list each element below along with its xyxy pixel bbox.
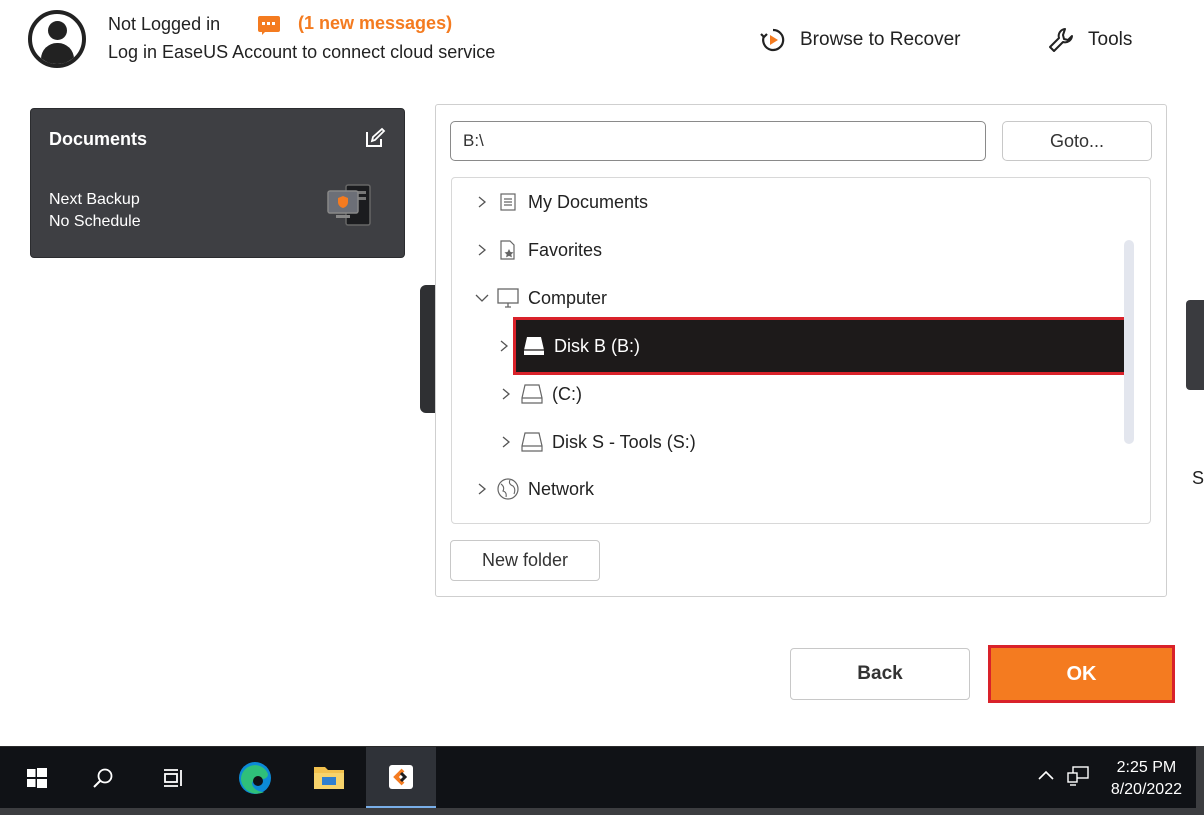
tree-item-label: My Documents <box>528 191 649 212</box>
screen-edge <box>1196 746 1204 815</box>
tree-item-computer[interactable]: Computer <box>472 278 607 318</box>
backup-task-card[interactable]: Documents Next Backup No Schedule <box>30 108 405 258</box>
path-input[interactable] <box>450 121 986 161</box>
tree-item-label: Disk B (B:) <box>554 335 641 356</box>
tree-item-disk-s[interactable]: Disk S - Tools (S:) <box>496 422 696 462</box>
windows-taskbar: 2:25 PM 8/20/2022 <box>0 746 1204 815</box>
computer-backup-icon <box>327 184 371 226</box>
tree-item-label: (C:) <box>552 383 582 404</box>
edge-icon[interactable] <box>224 747 286 809</box>
backup-task-title: Documents <box>49 129 148 149</box>
login-subtitle: Log in EaseUS Account to connect cloud s… <box>108 42 496 62</box>
new-folder-button[interactable]: New folder <box>450 540 600 581</box>
tree-item-network[interactable]: Network <box>472 469 594 509</box>
chevron-up-icon[interactable] <box>1038 765 1054 786</box>
selected-row-highlight[interactable]: Disk B (B:) <box>513 317 1131 375</box>
avatar-icon[interactable] <box>28 10 86 68</box>
tree-scrollbar[interactable] <box>1124 240 1134 444</box>
chevron-right-icon[interactable] <box>472 479 492 499</box>
clock-date: 8/20/2022 <box>1110 781 1182 798</box>
chevron-right-icon[interactable] <box>472 192 492 212</box>
network-icon[interactable] <box>1066 765 1090 792</box>
tree-item-label: Computer <box>528 287 608 308</box>
document-list-icon <box>496 190 520 214</box>
tree-item-favorites[interactable]: Favorites <box>472 230 602 270</box>
tree-item-my-documents[interactable]: My Documents <box>472 182 648 222</box>
search-icon[interactable] <box>72 747 134 809</box>
tree-item-label: Network <box>528 478 595 499</box>
monitor-icon <box>496 286 520 310</box>
browse-to-recover-label: Browse to Recover <box>800 29 961 50</box>
tree-item-disk-b[interactable]: Disk B (B:) <box>494 317 1131 375</box>
easeus-todo-backup-icon[interactable] <box>366 747 436 809</box>
wrench-icon <box>1049 28 1073 52</box>
task-view-icon[interactable] <box>142 747 204 809</box>
drive-icon <box>522 334 546 358</box>
drive-icon <box>520 382 544 406</box>
chevron-right-icon[interactable] <box>472 240 492 260</box>
chevron-down-icon[interactable] <box>472 288 492 308</box>
ok-button[interactable]: OK <box>988 645 1175 703</box>
edit-icon[interactable] <box>364 127 386 149</box>
browse-recover-icon <box>760 28 785 52</box>
schedule-value: No Schedule <box>49 213 141 230</box>
browse-to-recover-button[interactable]: Browse to Recover <box>758 26 961 54</box>
clock-time: 2:25 PM <box>1116 759 1177 776</box>
favorites-icon <box>496 238 520 262</box>
chevron-right-icon[interactable] <box>496 384 516 404</box>
tree-item-label: Favorites <box>528 239 603 260</box>
drive-icon <box>520 430 544 454</box>
tools-button[interactable]: Tools <box>1046 26 1132 54</box>
screen-edge-bottom <box>0 808 1204 815</box>
message-icon[interactable] <box>258 16 280 35</box>
system-clock[interactable]: 2:25 PM 8/20/2022 <box>1111 757 1182 801</box>
background-panel-edge-right <box>1186 300 1204 390</box>
start-icon[interactable] <box>6 747 68 809</box>
chevron-right-icon[interactable] <box>494 336 514 356</box>
tree-item-c-drive[interactable]: (C:) <box>496 374 582 414</box>
tools-label: Tools <box>1088 29 1133 50</box>
folder-tree[interactable]: My Documents Favorites Computer Disk B (… <box>451 177 1151 524</box>
ok-label: OK <box>1066 662 1097 685</box>
easeus-backup-window: Not Logged in (1 new messages) Log in Ea… <box>0 0 1204 746</box>
chevron-right-icon[interactable] <box>496 432 516 452</box>
globe-icon <box>496 477 520 501</box>
file-explorer-icon[interactable] <box>298 747 360 809</box>
back-button[interactable]: Back <box>790 648 970 700</box>
new-messages-link[interactable]: (1 new messages) <box>298 13 452 34</box>
next-backup-label: Next Backup <box>49 191 140 208</box>
login-status[interactable]: Not Logged in <box>108 14 220 35</box>
goto-button[interactable]: Goto... <box>1002 121 1152 161</box>
background-partial-text: S <box>1192 468 1204 488</box>
tree-item-label: Disk S - Tools (S:) <box>552 431 696 452</box>
